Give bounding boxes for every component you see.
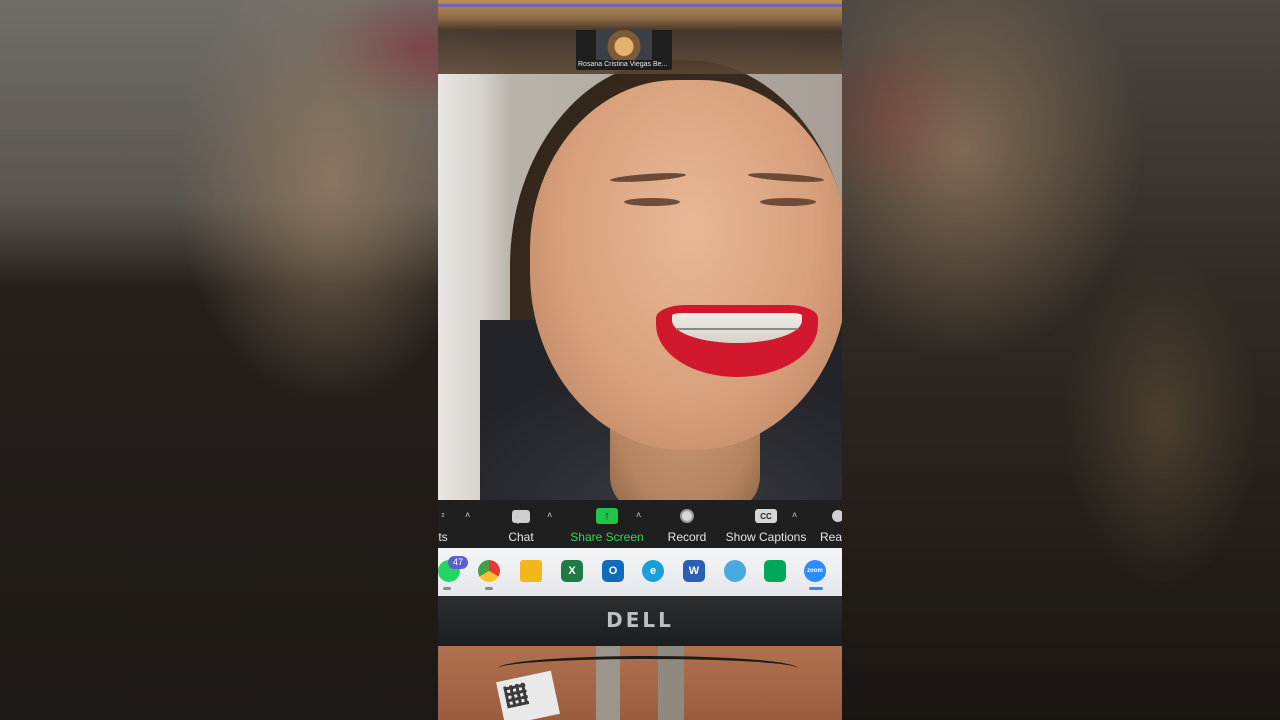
participant-name: Rosana Cristina Viegas Be... bbox=[578, 61, 668, 68]
monitor-bezel: DELL bbox=[438, 596, 842, 646]
record-button[interactable]: Record bbox=[664, 500, 710, 548]
share-screen-icon: ↑ bbox=[596, 508, 618, 524]
chat-caret-icon[interactable]: ˄ bbox=[547, 510, 552, 520]
speaker-video bbox=[480, 40, 842, 500]
whatsapp-running-indicator bbox=[443, 587, 451, 590]
zoom-video-area: Rosana Cristina Viegas Be... bbox=[438, 30, 842, 500]
participant-video bbox=[596, 30, 652, 60]
captions-caret-icon[interactable]: ˄ bbox=[792, 510, 797, 520]
captions-icon: CC bbox=[755, 509, 777, 523]
chat-button[interactable]: Chat bbox=[500, 500, 542, 548]
desk-area bbox=[438, 646, 842, 720]
show-captions-button[interactable]: CC Show Captions bbox=[726, 500, 806, 548]
photos-icon[interactable] bbox=[724, 560, 746, 582]
participants-icon: ² bbox=[441, 511, 445, 521]
reactions-button[interactable]: Reac bbox=[820, 500, 842, 548]
blurred-background-left bbox=[0, 0, 438, 720]
google-meet-icon[interactable] bbox=[764, 560, 786, 582]
word-icon[interactable]: W bbox=[683, 560, 705, 582]
participants-button[interactable]: ² ts bbox=[438, 500, 450, 548]
reactions-icon bbox=[832, 510, 842, 522]
record-icon bbox=[680, 509, 694, 523]
chrome-icon[interactable] bbox=[478, 560, 500, 582]
share-screen-caret-icon[interactable]: ˄ bbox=[636, 510, 641, 520]
share-screen-button[interactable]: ↑ Share Screen bbox=[570, 500, 644, 548]
excel-icon[interactable]: X bbox=[561, 560, 583, 582]
windows-taskbar: 47 X O e W zoom bbox=[438, 548, 842, 596]
edge-icon[interactable]: e bbox=[642, 560, 664, 582]
whatsapp-unread-badge: 47 bbox=[448, 556, 468, 569]
blurred-background-right bbox=[842, 0, 1280, 720]
qr-sticker bbox=[496, 670, 560, 720]
outlook-icon[interactable]: O bbox=[602, 560, 624, 582]
chrome-running-indicator bbox=[485, 587, 493, 590]
chat-icon bbox=[512, 509, 530, 524]
dell-logo: DELL bbox=[606, 608, 674, 632]
monitor-top-edge bbox=[438, 0, 842, 30]
zoom-meeting-toolbar: ² ts ˄ Chat ˄ ↑ Share Screen ˄ Record CC… bbox=[438, 500, 842, 548]
phone-video-frame: Rosana Cristina Viegas Be... ² ts ˄ Chat… bbox=[438, 0, 842, 720]
zoom-active-indicator bbox=[809, 587, 823, 590]
file-explorer-icon[interactable] bbox=[520, 560, 542, 582]
participants-caret-icon[interactable]: ˄ bbox=[465, 510, 470, 520]
participant-thumbnail[interactable]: Rosana Cristina Viegas Be... bbox=[576, 30, 672, 70]
zoom-icon[interactable]: zoom bbox=[804, 560, 826, 582]
